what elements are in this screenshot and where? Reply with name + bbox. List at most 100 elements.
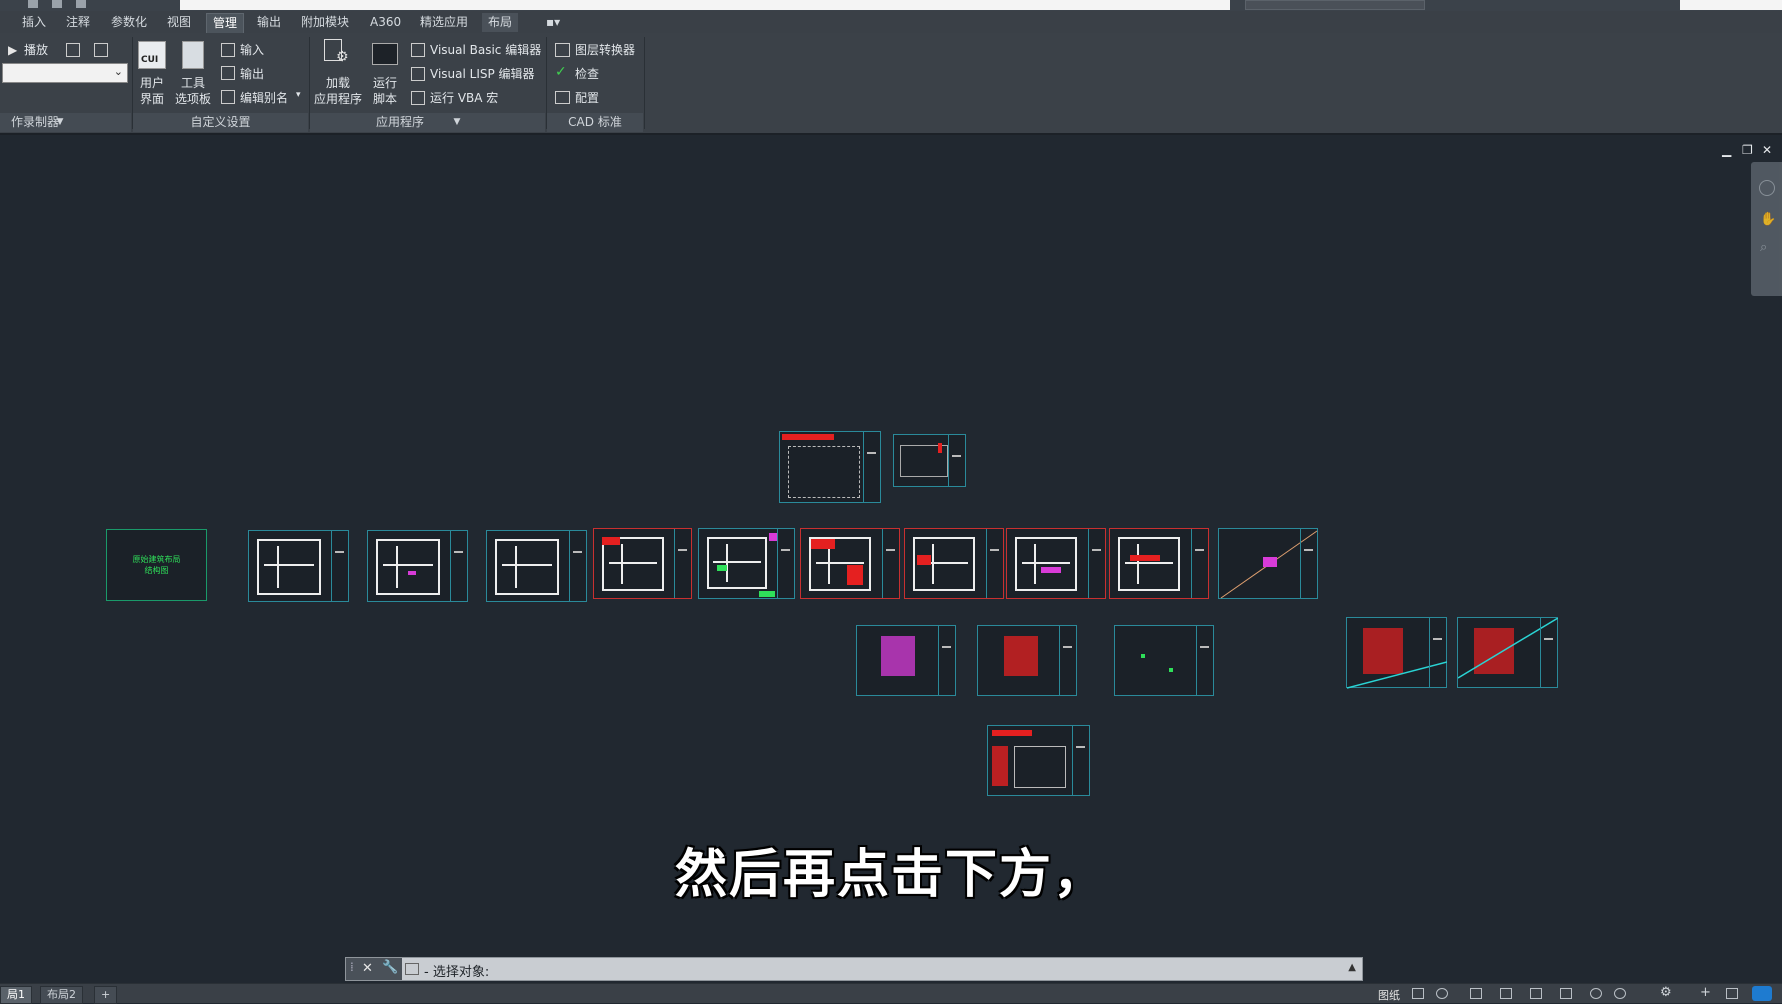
zoom-icon[interactable]: ⌕ xyxy=(1760,240,1767,255)
cui-icon[interactable]: CUI xyxy=(138,41,166,69)
steering-wheel-icon[interactable] xyxy=(1759,180,1775,196)
paper-space-toggle[interactable]: 图纸 xyxy=(1378,987,1400,1003)
tab-manage[interactable]: 管理 xyxy=(206,13,245,33)
cover-sheet[interactable]: 原始建筑布局 结构图 xyxy=(106,529,207,601)
macro-dropdown[interactable]: ⌄ xyxy=(2,63,128,83)
drawing-sheet[interactable] xyxy=(893,434,966,487)
tab-annotate[interactable]: 注释 xyxy=(60,13,96,32)
run-script-button[interactable]: 运行 脚本 xyxy=(368,75,402,107)
search-box[interactable] xyxy=(1245,0,1425,10)
drawing-sheet[interactable] xyxy=(1457,617,1558,688)
drawing-sheet[interactable] xyxy=(987,725,1090,796)
drawing-sheet[interactable] xyxy=(779,431,881,503)
drawing-sheet[interactable] xyxy=(904,528,1004,599)
add-layout-button[interactable]: + xyxy=(94,986,118,1004)
import-button[interactable]: 输入 xyxy=(240,41,264,58)
plus-icon[interactable]: + xyxy=(1700,985,1711,1000)
tab-featured[interactable]: 精选应用 xyxy=(414,13,474,32)
red-plan xyxy=(1004,636,1038,676)
title-block xyxy=(863,432,880,502)
drawing-sheet[interactable] xyxy=(698,528,795,599)
qa-undo-icon[interactable] xyxy=(76,0,86,8)
minimize-icon[interactable]: ▁ xyxy=(1722,143,1731,157)
tab-output[interactable]: 输出 xyxy=(251,13,287,32)
tab-insert[interactable]: 插入 xyxy=(16,13,52,32)
clean-screen-icon[interactable] xyxy=(1726,988,1738,999)
gear-icon[interactable]: ⚙ xyxy=(1660,985,1672,1000)
qa-save-icon[interactable] xyxy=(52,0,62,8)
drawing-sheet[interactable] xyxy=(1346,617,1447,689)
drawing-sheet[interactable] xyxy=(1006,528,1106,599)
camera-dropdown-icon[interactable]: ▪▾ xyxy=(540,13,566,32)
pan-icon[interactable]: ✋ xyxy=(1760,212,1776,227)
expand-arrow-icon[interactable]: ▼ xyxy=(54,113,66,131)
run-vba-macro-button[interactable]: 运行 VBA 宏 xyxy=(430,89,498,106)
export-button[interactable]: 输出 xyxy=(240,65,264,82)
drawing-sheet[interactable] xyxy=(1109,528,1209,599)
tab-parametric[interactable]: 参数化 xyxy=(105,13,153,32)
red-fill xyxy=(917,555,931,565)
drawing-sheet[interactable] xyxy=(977,625,1077,696)
title-block xyxy=(777,529,794,598)
drawing-sheet[interactable] xyxy=(1114,625,1214,696)
drawing-sheet[interactable] xyxy=(593,528,692,599)
title-bar xyxy=(0,0,1782,11)
annotation-visibility-icon[interactable] xyxy=(1614,988,1626,999)
visual-basic-editor-button[interactable]: Visual Basic 编辑器 xyxy=(430,41,541,58)
user-interface-button[interactable]: 用户 界面 xyxy=(136,75,168,107)
title-block xyxy=(331,531,348,601)
tab-addins[interactable]: 附加模块 xyxy=(295,13,355,32)
tool-palettes-button[interactable]: 工具 选项板 xyxy=(174,75,212,107)
drawing-sheet[interactable] xyxy=(856,625,956,696)
tool-palette-icon[interactable] xyxy=(182,41,204,69)
magenta-plan xyxy=(881,636,915,676)
lisp-editor-icon xyxy=(411,67,425,81)
tab-layout1[interactable]: 局1 xyxy=(0,986,32,1004)
floor-plan xyxy=(257,539,321,595)
drawing-sheet[interactable] xyxy=(367,530,468,602)
configure-button[interactable]: 配置 xyxy=(575,89,599,106)
load-application-button[interactable]: 加载 应用程序 xyxy=(312,75,364,107)
drawing-sheet[interactable] xyxy=(248,530,349,602)
red-fill xyxy=(992,746,1008,786)
play-button[interactable]: 播放 xyxy=(24,41,48,58)
load-application-icon[interactable]: ⚙ xyxy=(324,39,352,69)
tab-layout[interactable]: 布局 xyxy=(482,13,519,32)
drawing-sheet[interactable] xyxy=(800,528,900,599)
expand-arrow-icon[interactable]: ▼ xyxy=(451,113,463,131)
command-prompt-text[interactable]: - 选择对象: xyxy=(424,961,489,980)
snap-icon[interactable] xyxy=(1412,988,1424,999)
tab-layout2[interactable]: 布局2 xyxy=(40,986,83,1004)
detail-drawing xyxy=(788,446,860,498)
record-icon[interactable] xyxy=(66,43,80,57)
otrack-icon[interactable] xyxy=(1500,988,1512,999)
edit-alias-button[interactable]: 编辑别名 xyxy=(240,89,288,106)
osnap-icon[interactable] xyxy=(1470,988,1482,999)
check-button[interactable]: 检查 xyxy=(575,65,599,82)
configure-icon xyxy=(555,91,570,104)
annotation-scale-icon[interactable] xyxy=(1590,988,1602,999)
close-icon[interactable]: ✕ xyxy=(362,961,373,976)
wrench-icon[interactable]: 🔧 xyxy=(382,960,398,975)
navigation-bar[interactable]: ✋ ⌕ xyxy=(1751,162,1782,296)
panel-title-applications[interactable]: 应用程序 xyxy=(376,113,456,131)
selection-cycle-icon[interactable] xyxy=(1560,988,1572,999)
run-script-icon[interactable] xyxy=(372,43,398,65)
command-line[interactable]: ⁞ ✕ 🔧 - 选择对象: ▲ xyxy=(345,957,1363,981)
visual-lisp-editor-button[interactable]: Visual LISP 编辑器 xyxy=(430,65,535,82)
close-icon[interactable]: ✕ xyxy=(1762,143,1772,157)
preference-icon[interactable] xyxy=(94,43,108,57)
restore-icon[interactable]: ❐ xyxy=(1742,143,1753,157)
chevron-up-icon[interactable]: ▲ xyxy=(1348,962,1356,973)
tab-a360[interactable]: A360 xyxy=(364,13,407,32)
drawing-sheet[interactable] xyxy=(486,530,587,602)
qa-open-icon[interactable] xyxy=(28,0,38,8)
lineweight-icon[interactable] xyxy=(1530,988,1542,999)
layer-translator-button[interactable]: 图层转换器 xyxy=(575,41,635,58)
polar-icon[interactable] xyxy=(1436,988,1448,999)
tab-view[interactable]: 视图 xyxy=(161,13,197,32)
drawing-sheet[interactable] xyxy=(1218,528,1318,599)
customization-icon[interactable] xyxy=(1752,986,1772,1001)
edit-alias-dropdown-icon[interactable]: ▾ xyxy=(296,90,301,100)
grip-icon[interactable]: ⁞ xyxy=(350,960,354,974)
